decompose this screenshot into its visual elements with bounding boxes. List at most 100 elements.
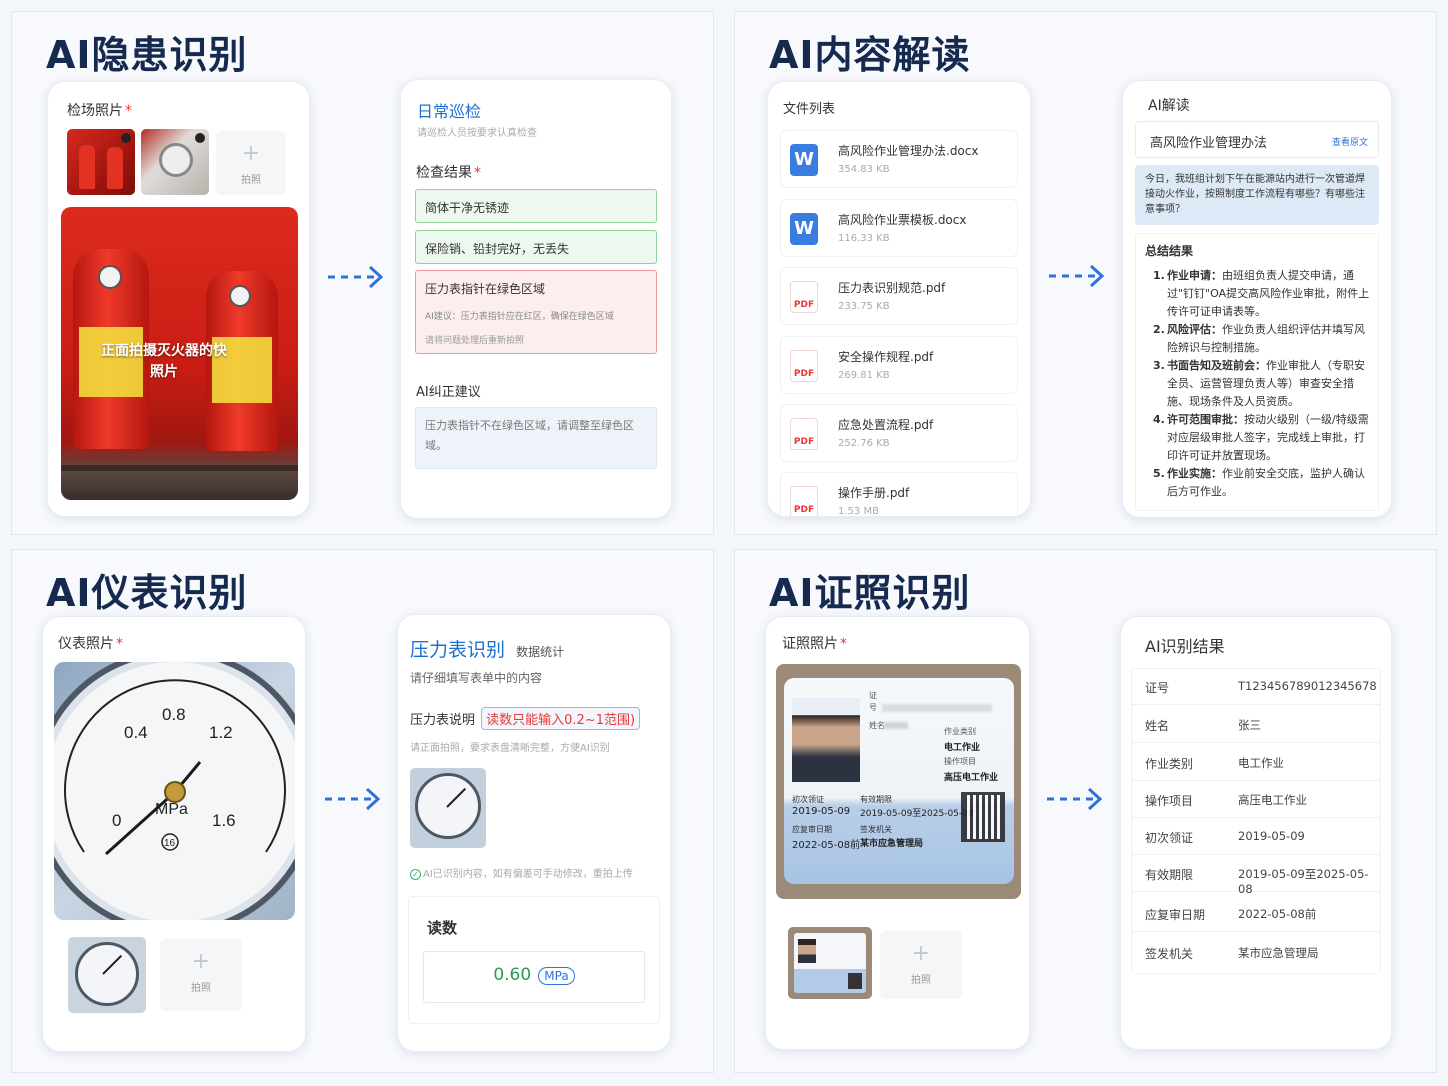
- reading-value: 0.60: [493, 965, 532, 985]
- file-item[interactable]: PDF 应急处置流程.pdf 252.76 KB: [780, 404, 1018, 462]
- summary-item: 2. 风险评估：作业负责人组织评估并填写风险辨识与控制措施。: [1153, 323, 1365, 354]
- file-name: 压力表识别规范.pdf: [838, 281, 946, 295]
- description-row: 压力表说明 读数只能输入0.2~1范围): [410, 707, 641, 730]
- file-size: 354.83 KB: [838, 164, 890, 175]
- file-item[interactable]: PDF 安全操作规程.pdf 269.81 KB: [780, 336, 1018, 394]
- result-row: 操作项目 高压电工作业: [1131, 781, 1381, 818]
- license-card: 证 号 姓名 作业类别 电工作业 操作项目 高压电工作业 初次领证 2019-0…: [784, 678, 1014, 884]
- form-subtitle: 请巡检人员按要求认真检查: [417, 128, 537, 139]
- result-row: 作业类别 电工作业: [1131, 744, 1381, 781]
- plus-icon: +: [191, 949, 211, 974]
- photo-thumbnail[interactable]: [141, 129, 209, 195]
- panel-title: AI证照识别: [769, 571, 971, 615]
- file-name: 应急处置流程.pdf: [838, 418, 934, 432]
- check-item[interactable]: 简体干净无锈迹: [415, 189, 657, 223]
- result-row: 初次领证 2019-05-09: [1131, 818, 1381, 855]
- form-title: 日常巡检: [417, 102, 482, 121]
- result-row: 姓名 张三: [1131, 706, 1381, 743]
- file-name: 操作手册.pdf: [838, 486, 910, 500]
- check-item[interactable]: 保险销、铅封完好，无丢失: [415, 230, 657, 264]
- file-name: 高风险作业管理办法.docx: [838, 144, 979, 158]
- add-photo-button[interactable]: + 拍照: [160, 939, 242, 1011]
- photo-thumbnail[interactable]: [68, 937, 146, 1013]
- file-item[interactable]: PDF 压力表识别规范.pdf 233.75 KB: [780, 267, 1018, 325]
- summary-box: 总结结果 1. 作业申请：由班组负责人提交申请，通过"钉钉"OA提交高风险作业审批…: [1135, 233, 1379, 511]
- gauge-photo: 0.4 0.8 1.2 1.6 0 MPa 16: [54, 662, 295, 920]
- recognition-result-card: AI识别结果 证号 T123456789012345678 姓名 张三 作业类别 电工…: [1120, 616, 1392, 1050]
- reading-box: 读数 0.60 MPa: [408, 896, 660, 1024]
- form-title-sub: 数据统计: [516, 645, 565, 659]
- pdf-icon: PDF: [790, 486, 818, 516]
- file-item[interactable]: PDF 操作手册.pdf 1.53 MB: [780, 472, 1018, 517]
- result-label: 检查结果 *: [416, 165, 481, 181]
- add-photo-button[interactable]: + 拍照: [216, 131, 286, 195]
- file-size: 116.33 KB: [838, 233, 890, 244]
- file-item[interactable]: W 高风险作业票模板.docx 116.33 KB: [780, 199, 1018, 257]
- gauge-badge: 16: [164, 838, 176, 849]
- photo-label: 证照照片 *: [782, 636, 847, 652]
- check-circle-icon: ✓: [410, 869, 421, 880]
- panel-hazard-recognition: AI隐患识别 检场照片 * + 拍照 正面拍摄灭火器的快照片 日常巡检 请巡检人…: [11, 11, 714, 535]
- summary-item: 4. 许可范围审批：按动火级别（一级/特级需对应层级审批人签字，完成线上审批，打印…: [1153, 413, 1369, 462]
- file-item[interactable]: W 高风险作业管理办法.docx 354.83 KB: [780, 130, 1018, 188]
- gauge-tick-label: 0.4: [124, 723, 148, 742]
- form-title: 压力表识别: [410, 639, 506, 661]
- reading-input[interactable]: 0.60 MPa: [423, 951, 645, 1003]
- description-label: 压力表说明: [410, 713, 476, 728]
- ai-note-row: ✓ AI已识别内容，如有偏差可手动修改，重拍上传: [410, 865, 633, 880]
- file-list-label: 文件列表: [783, 102, 836, 117]
- id-portrait: [792, 698, 860, 782]
- ai-note: AI建议：压力表指针应在红区，确保在绿色区域: [425, 312, 614, 322]
- panel-title: AI仪表识别: [46, 571, 248, 615]
- gauge-tick-label: 1.2: [209, 723, 233, 742]
- panel-title: AI内容解读: [769, 33, 971, 77]
- file-list-card: 文件列表 W 高风险作业管理办法.docx 354.83 KB W 高风险作业票模板.…: [767, 81, 1031, 517]
- summary-list: 1. 作业申请：由班组负责人提交申请，通过"钉钉"OA提交高风险作业审批，附件上传…: [1145, 267, 1370, 501]
- file-size: 233.75 KB: [838, 301, 890, 312]
- main-photo: 正面拍摄灭火器的快照片: [61, 207, 298, 500]
- check-text: 压力表指针在绿色区域: [425, 282, 546, 296]
- file-size: 1.53 MB: [838, 506, 879, 517]
- arrow-right-icon: [1049, 264, 1105, 288]
- gauge-form-card: 压力表识别 数据统计 请仔细填写表单中的内容 压力表说明 读数只能输入0.2~1…: [397, 614, 671, 1052]
- file-name: 高风险作业票模板.docx: [838, 213, 967, 227]
- result-row: 证号 T123456789012345678: [1131, 668, 1381, 705]
- panel-gauge-recognition: AI仪表识别 仪表照片 * 0.4 0.8 1.2 1.6 0 MPa 16 +…: [11, 549, 714, 1073]
- arrow-right-icon: [328, 265, 384, 289]
- summary-label: 总结结果: [1145, 244, 1194, 258]
- panel-content-interpretation: AI内容解读 文件列表 W 高风险作业管理办法.docx 354.83 KB W 高风…: [734, 11, 1437, 535]
- check-item-failed[interactable]: 压力表指针在绿色区域 AI建议：压力表指针应在红区，确保在绿色区域 请将问题处理…: [415, 270, 657, 354]
- panel-title: AI隐患识别: [46, 33, 248, 77]
- word-icon: W: [790, 144, 818, 176]
- gauge-tick-label: 0.8: [162, 705, 186, 724]
- photo-card: 检场照片 * + 拍照 正面拍摄灭火器的快照片: [47, 81, 310, 517]
- pdf-icon: PDF: [790, 418, 818, 450]
- photo-thumbnail[interactable]: [67, 129, 135, 195]
- gauge-dial: 0.4 0.8 1.2 1.6 0 MPa 16: [54, 662, 295, 920]
- inspection-form-card: 日常巡检 请巡检人员按要求认真检查 检查结果 * 简体干净无锈迹 保险销、铅封完好…: [400, 79, 672, 519]
- summary-item: 3. 书面告知及班前会：作业审批人（专职安全员、运营管理负责人等）审查安全措施、现…: [1153, 359, 1365, 408]
- correction-label: AI纠正建议: [416, 385, 481, 400]
- add-photo-button[interactable]: + 拍照: [880, 931, 962, 999]
- ai-label: AI解读: [1148, 98, 1190, 114]
- ai-interpretation-card: AI解读 高风险作业管理办法 查看原文 今日，我班组计划下午在能源站内进行一次管…: [1122, 80, 1392, 518]
- file-size: 269.81 KB: [838, 370, 890, 381]
- qr-code: [961, 792, 1005, 842]
- uploaded-gauge-thumbnail[interactable]: [410, 768, 486, 848]
- file-size: 252.76 KB: [838, 438, 890, 449]
- license-photo-card: 证照照片 * 证 号 姓名 作业类别 电工作业 操作项目 高压电工作业 初次领证 …: [765, 616, 1030, 1050]
- view-original-link[interactable]: 查看原文: [1332, 135, 1368, 148]
- result-row: 有效期限 2019-05-09至2025-05-08: [1131, 855, 1381, 896]
- doc-title-box: 高风险作业管理办法 查看原文: [1135, 121, 1379, 158]
- description-sub: 请正面拍照，要求表盘清晰完整，方便AI识别: [410, 743, 610, 754]
- license-photo: 证 号 姓名 作业类别 电工作业 操作项目 高压电工作业 初次领证 2019-0…: [776, 664, 1021, 899]
- panel-license-recognition: AI证照识别 证照照片 * 证 号 姓名 作业类别 电工作业 操作项目 高压电工作…: [734, 549, 1437, 1073]
- gauge-tick-label: 1.6: [212, 811, 236, 830]
- form-subtitle: 请仔细填写表单中的内容: [410, 671, 543, 685]
- summary-item: 1. 作业申请：由班组负责人提交申请，通过"钉钉"OA提交高风险作业审批，附件上传…: [1153, 269, 1370, 318]
- photo-thumbnail[interactable]: [788, 927, 872, 999]
- plus-icon: +: [911, 941, 931, 966]
- gauge-unit: MPa: [155, 801, 188, 818]
- word-icon: W: [790, 213, 818, 245]
- arrow-right-icon: [1047, 787, 1103, 811]
